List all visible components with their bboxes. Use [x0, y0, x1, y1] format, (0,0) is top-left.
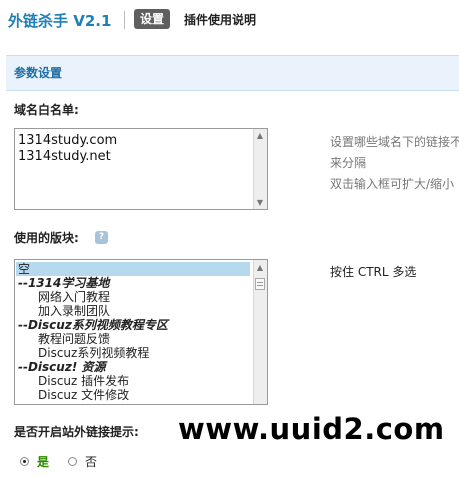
tab-usage-guide[interactable]: 插件使用说明 — [184, 11, 256, 28]
radio-no[interactable] — [68, 457, 77, 466]
scroll-up-icon[interactable]: ▲ — [253, 131, 267, 140]
whitelist-hint-1: 设置哪些域名下的链接不 — [330, 135, 459, 149]
whitelist-value: 1314study.com 1314study.net — [18, 133, 117, 165]
whitelist-line: 1314study.net — [18, 149, 111, 164]
radio-yes-label[interactable]: 是 — [37, 453, 49, 470]
tab-settings[interactable]: 设置 — [134, 9, 171, 29]
board-option[interactable]: Discuz系列视频教程 — [18, 346, 267, 360]
board-option-group[interactable]: --Discuz! 资源 — [18, 360, 250, 374]
whitelist-hint-3: 双击输入框可扩大/缩小 — [330, 177, 455, 191]
section-title: 参数设置 — [14, 66, 63, 80]
scroll-thumb-grip — [257, 282, 263, 283]
whitelist-scrollbar[interactable] — [253, 129, 267, 209]
section-header-bar — [6, 55, 459, 91]
scroll-down-icon[interactable]: ▼ — [253, 198, 267, 207]
boards-hint: 按住 CTRL 多选 — [330, 265, 417, 279]
boards-multiselect[interactable]: 空 --1314学习基地 网络入门教程 加入录制团队 --Discuz系列视频教… — [14, 259, 268, 405]
whitelist-hint-2: 来分隔 — [330, 156, 367, 170]
scroll-thumb[interactable] — [255, 278, 265, 290]
board-option[interactable]: 教程问题反馈 — [18, 332, 267, 346]
scroll-thumb-grip — [257, 285, 263, 286]
board-option[interactable]: 加入录制团队 — [18, 304, 267, 318]
plugin-title: 外链杀手 V2.1 — [8, 12, 112, 30]
board-option[interactable]: Discuz 文件修改 — [18, 388, 267, 402]
board-option[interactable]: 空 — [16, 262, 250, 276]
whitelist-line: 1314study.com — [18, 133, 118, 148]
external-prompt-label: 是否开启站外链接提示: — [14, 425, 139, 439]
watermark-text: www.uuid2.com — [178, 412, 445, 446]
board-option[interactable]: Discuz 插件发布 — [18, 374, 267, 388]
whitelist-label: 域名白名单: — [14, 103, 79, 117]
boards-label: 使用的版块: — [14, 231, 79, 245]
header-divider — [124, 11, 125, 29]
radio-yes[interactable] — [20, 457, 29, 466]
help-icon[interactable]: ? — [95, 231, 108, 244]
radio-no-label[interactable]: 否 — [85, 453, 97, 470]
scroll-up-icon[interactable]: ▲ — [253, 263, 267, 272]
board-option[interactable]: 网络入门教程 — [18, 290, 267, 304]
board-option-group[interactable]: --1314学习基地 — [18, 276, 250, 290]
board-option-group[interactable]: --Discuz系列视频教程专区 — [18, 318, 250, 332]
